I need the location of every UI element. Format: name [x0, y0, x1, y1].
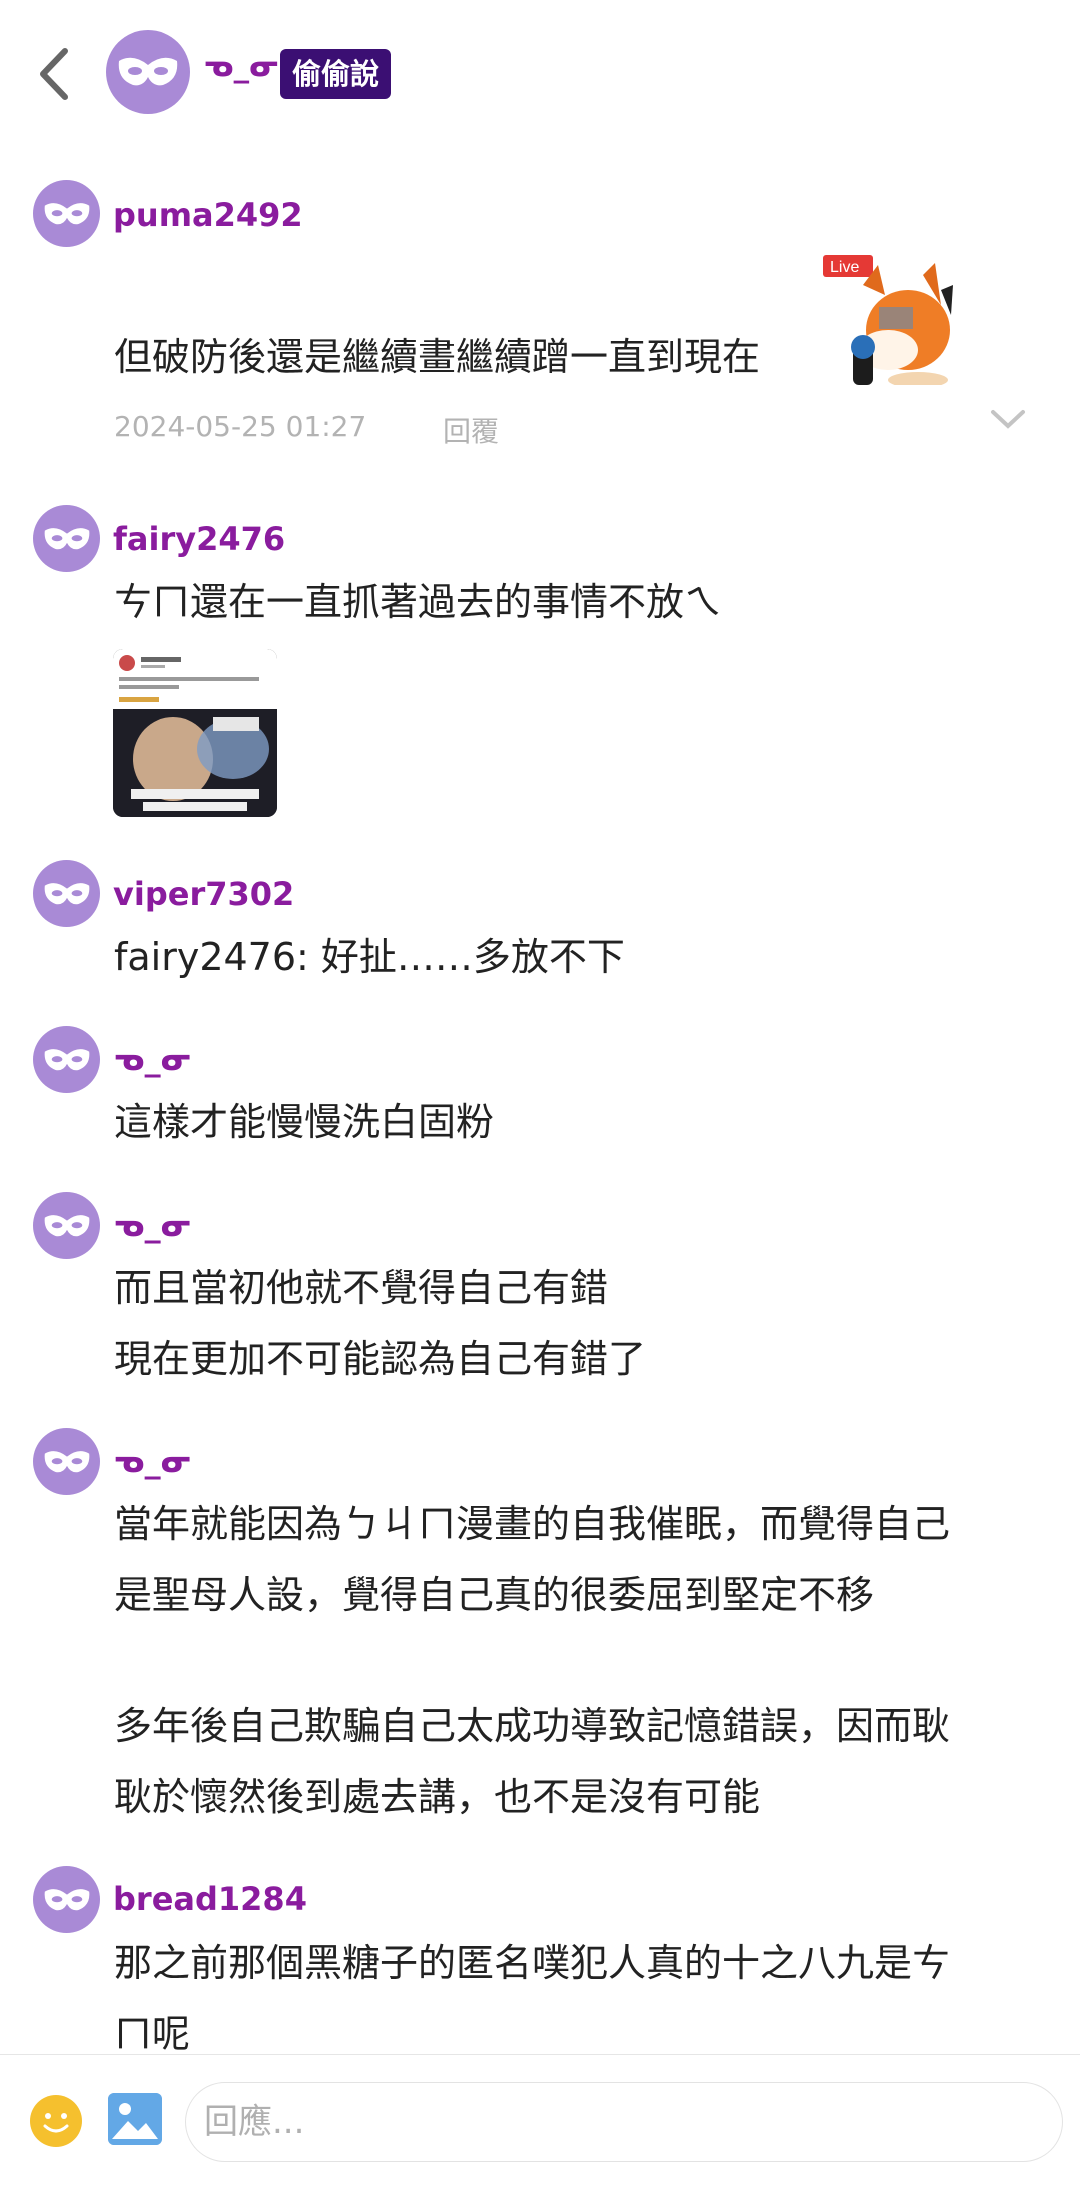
- comment-text: fairy2476: 好扯……多放不下: [114, 935, 625, 979]
- commenter-name[interactable]: viper7302: [113, 875, 294, 913]
- mask-icon: [44, 527, 89, 549]
- comment-timestamp: 2024-05-25 01:27: [114, 410, 367, 443]
- sticker-live-label: Live: [830, 259, 859, 276]
- chevron-left-icon: [40, 48, 68, 100]
- expand-button[interactable]: [990, 408, 1026, 436]
- reply-button[interactable]: 回覆: [443, 410, 499, 450]
- commenter-avatar[interactable]: [33, 860, 100, 927]
- attached-image-thumbnail[interactable]: [113, 649, 277, 817]
- commenter-avatar[interactable]: [33, 1192, 100, 1259]
- commenter-avatar[interactable]: [33, 1428, 100, 1495]
- comment-text-line: 而且當初他就不覺得自己有錯: [114, 1266, 609, 1310]
- comment-text-line: 多年後自己欺騙自己太成功導致記憶錯誤，因而耿: [114, 1704, 951, 1748]
- plurk-thread-page: ᓀ_ᓂ 偷偷說 puma2492 但破防後還是繼續畫繼續蹭一直到現在 Live: [0, 0, 1080, 2186]
- commenter-name[interactable]: puma2492: [113, 196, 303, 234]
- comment-text-line: 那之前那個黑糖子的匿名噗犯人真的十之八九是ㄘ: [114, 1941, 951, 1985]
- commenter-avatar[interactable]: [33, 505, 100, 572]
- anonymous-badge: 偷偷說: [280, 49, 392, 99]
- mask-icon: [44, 202, 89, 224]
- image-upload-button[interactable]: [108, 2093, 162, 2145]
- back-button[interactable]: [32, 44, 76, 104]
- comment-text-line: 是聖母人設，覺得自己真的很委屈到堅定不移: [114, 1573, 875, 1617]
- mask-icon: [44, 1888, 89, 1910]
- mask-icon: [44, 1214, 89, 1236]
- author-name[interactable]: ᓀ_ᓂ: [203, 48, 280, 84]
- comment-text: 這樣才能慢慢洗白固粉: [114, 1100, 495, 1144]
- comment-text-line: 現在更加不可能認為自己有錯了: [114, 1337, 647, 1381]
- reply-bar: [0, 2054, 1080, 2186]
- commenter-avatar[interactable]: [33, 1026, 100, 1093]
- comment-text-line: 當年就能因為ㄅㄐㄇ漫畫的自我催眠，而覺得自己: [114, 1502, 951, 1546]
- reply-input[interactable]: [185, 2082, 1063, 2162]
- comment-text: 但破防後還是繼續畫繼續蹭一直到現在: [114, 335, 761, 379]
- chevron-down-icon: [991, 410, 1025, 429]
- comment-text-line: 耿於懷然後到處去講，也不是沒有可能: [114, 1775, 761, 1819]
- commenter-name[interactable]: fairy2476: [113, 520, 285, 558]
- mask-icon: [44, 882, 89, 904]
- commenter-name[interactable]: ᓀ_ᓂ: [113, 1040, 192, 1078]
- commenter-name[interactable]: bread1284: [113, 1880, 307, 1918]
- thread-header: ᓀ_ᓂ 偷偷說: [0, 0, 1080, 150]
- emoji-button[interactable]: [30, 2095, 82, 2147]
- comment-text: ㄘㄇ還在一直抓著過去的事情不放ㄟ: [114, 580, 723, 624]
- commenter-name[interactable]: ᓀ_ᓂ: [113, 1206, 192, 1244]
- fox-sticker: Live: [823, 255, 953, 388]
- mask-icon: [118, 57, 178, 86]
- image-icon: [108, 2093, 162, 2145]
- mask-icon: [44, 1450, 89, 1472]
- mask-icon: [44, 1048, 89, 1070]
- commenter-avatar[interactable]: [33, 1866, 100, 1933]
- commenter-name[interactable]: ᓀ_ᓂ: [113, 1442, 192, 1480]
- author-avatar[interactable]: [106, 30, 190, 114]
- commenter-avatar[interactable]: [33, 180, 100, 247]
- smiley-icon: [31, 2096, 81, 2146]
